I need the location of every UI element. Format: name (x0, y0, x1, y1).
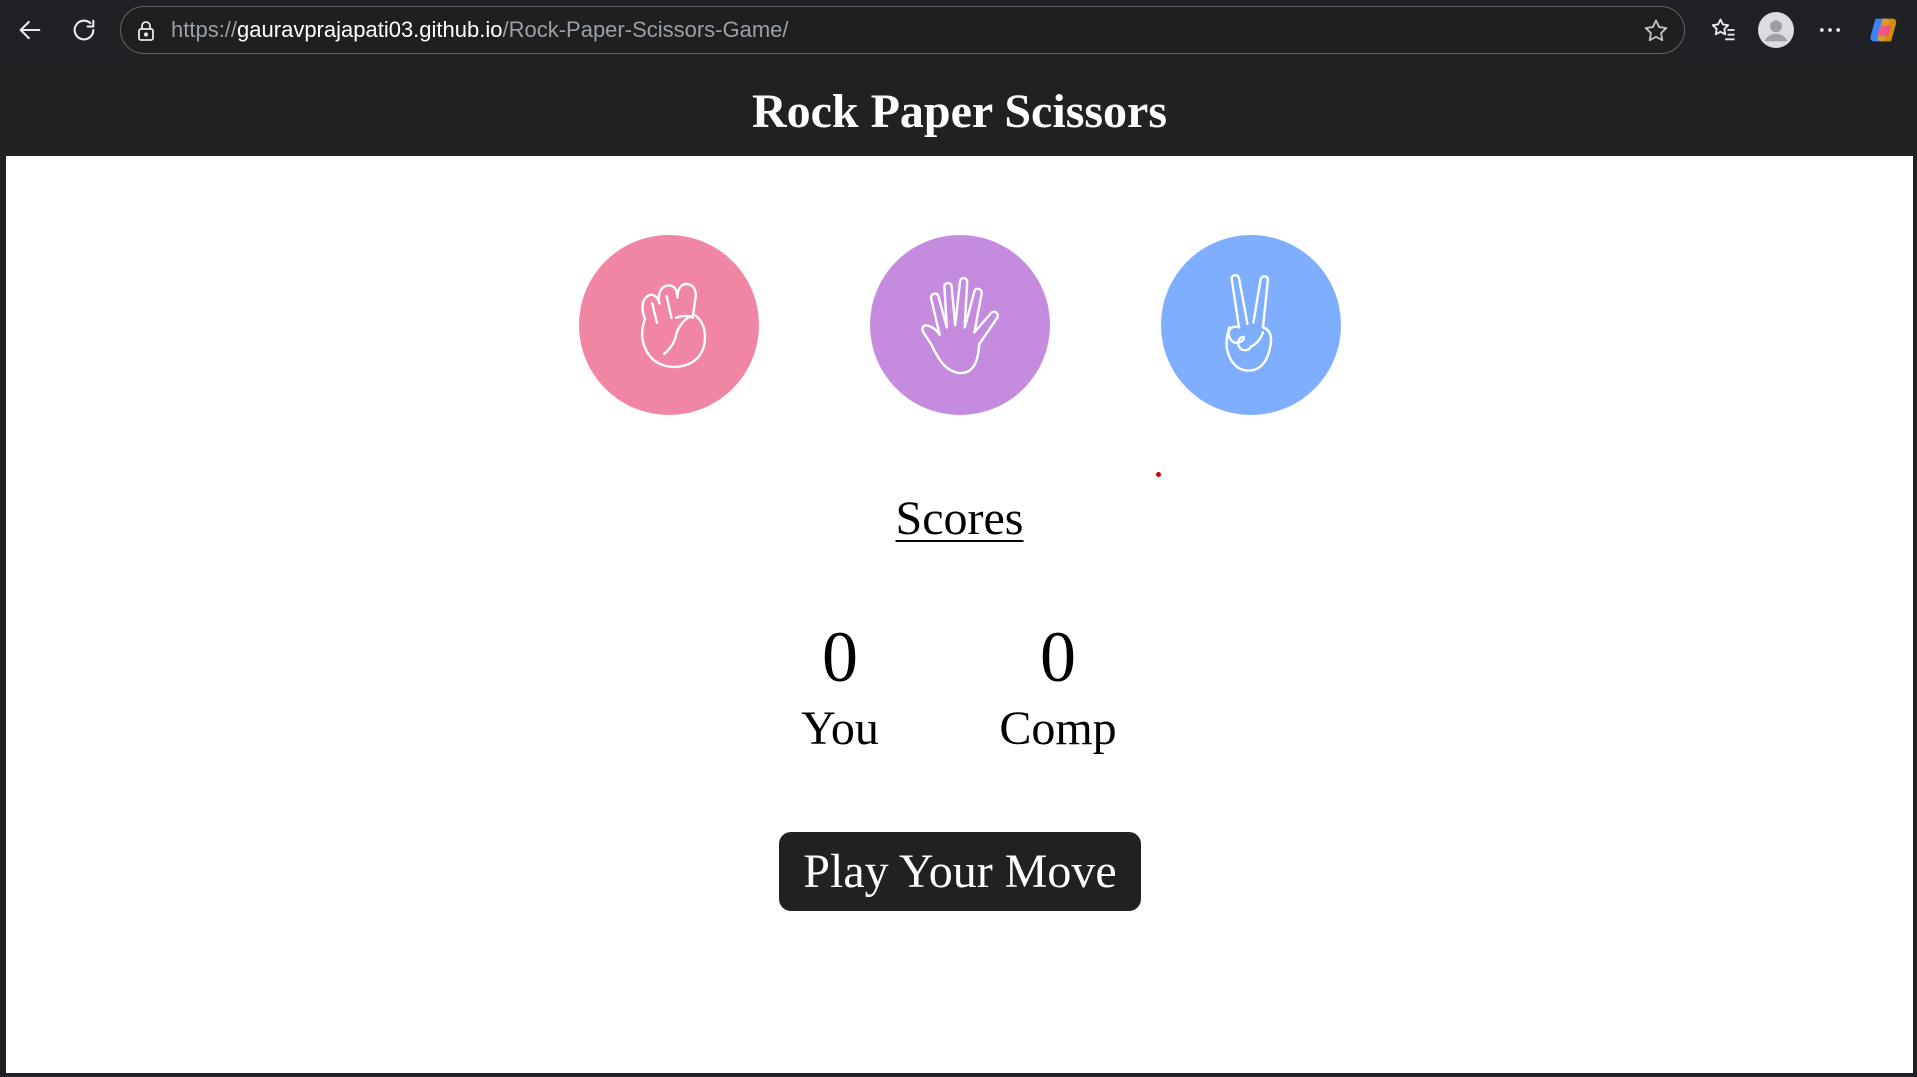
computer-score-block: 0 Comp (948, 617, 1168, 758)
url-host: gauravprajapati03.github.io (237, 17, 503, 42)
open-hand-icon (921, 277, 999, 375)
refresh-button[interactable] (64, 10, 104, 50)
site-header: Rock Paper Scissors (6, 61, 1913, 156)
peace-sign-icon (1225, 274, 1273, 372)
back-arrow-icon (19, 20, 41, 40)
user-score-block: 0 You (730, 617, 950, 758)
url-text[interactable]: https://gauravprajapati03.github.io/Rock… (171, 7, 789, 52)
favorites-button[interactable] (1704, 10, 1744, 50)
status-message: Play Your Move (779, 832, 1141, 911)
user-score-label: You (801, 702, 879, 755)
page-title: Rock Paper Scissors (751, 85, 1168, 138)
red-dot (1156, 472, 1161, 477)
profile-button[interactable] (1756, 10, 1796, 50)
copilot-icon (1870, 18, 1897, 42)
more-icon (1819, 28, 1841, 32)
browser-toolbar: https://gauravprajapati03.github.io/Rock… (0, 0, 1917, 61)
back-button[interactable] (10, 10, 50, 50)
scores-heading: Scores (895, 492, 1024, 545)
url-scheme: https:// (171, 17, 238, 42)
computer-score-label: Comp (999, 702, 1117, 755)
scissors-choice[interactable] (1161, 235, 1341, 415)
rock-choice[interactable] (579, 235, 759, 415)
computer-score: 0 (1040, 617, 1076, 697)
url-path: /Rock-Paper-Scissors-Game/ (502, 17, 789, 42)
refresh-icon (73, 19, 95, 41)
paper-choice[interactable] (870, 235, 1050, 415)
profile-avatar-icon (1758, 12, 1794, 48)
fist-icon (640, 282, 707, 369)
user-score: 0 (822, 617, 858, 697)
copilot-button[interactable] (1864, 10, 1904, 50)
more-button[interactable] (1810, 10, 1850, 50)
address-bar[interactable]: https://gauravprajapati03.github.io/Rock… (120, 6, 1685, 54)
favorites-icon (1711, 18, 1735, 41)
star-icon[interactable] (1642, 17, 1670, 45)
lock-icon[interactable] (134, 19, 158, 43)
page-viewport: Rock Paper Scissors Scores 0 You 0 Comp … (6, 61, 1913, 1073)
